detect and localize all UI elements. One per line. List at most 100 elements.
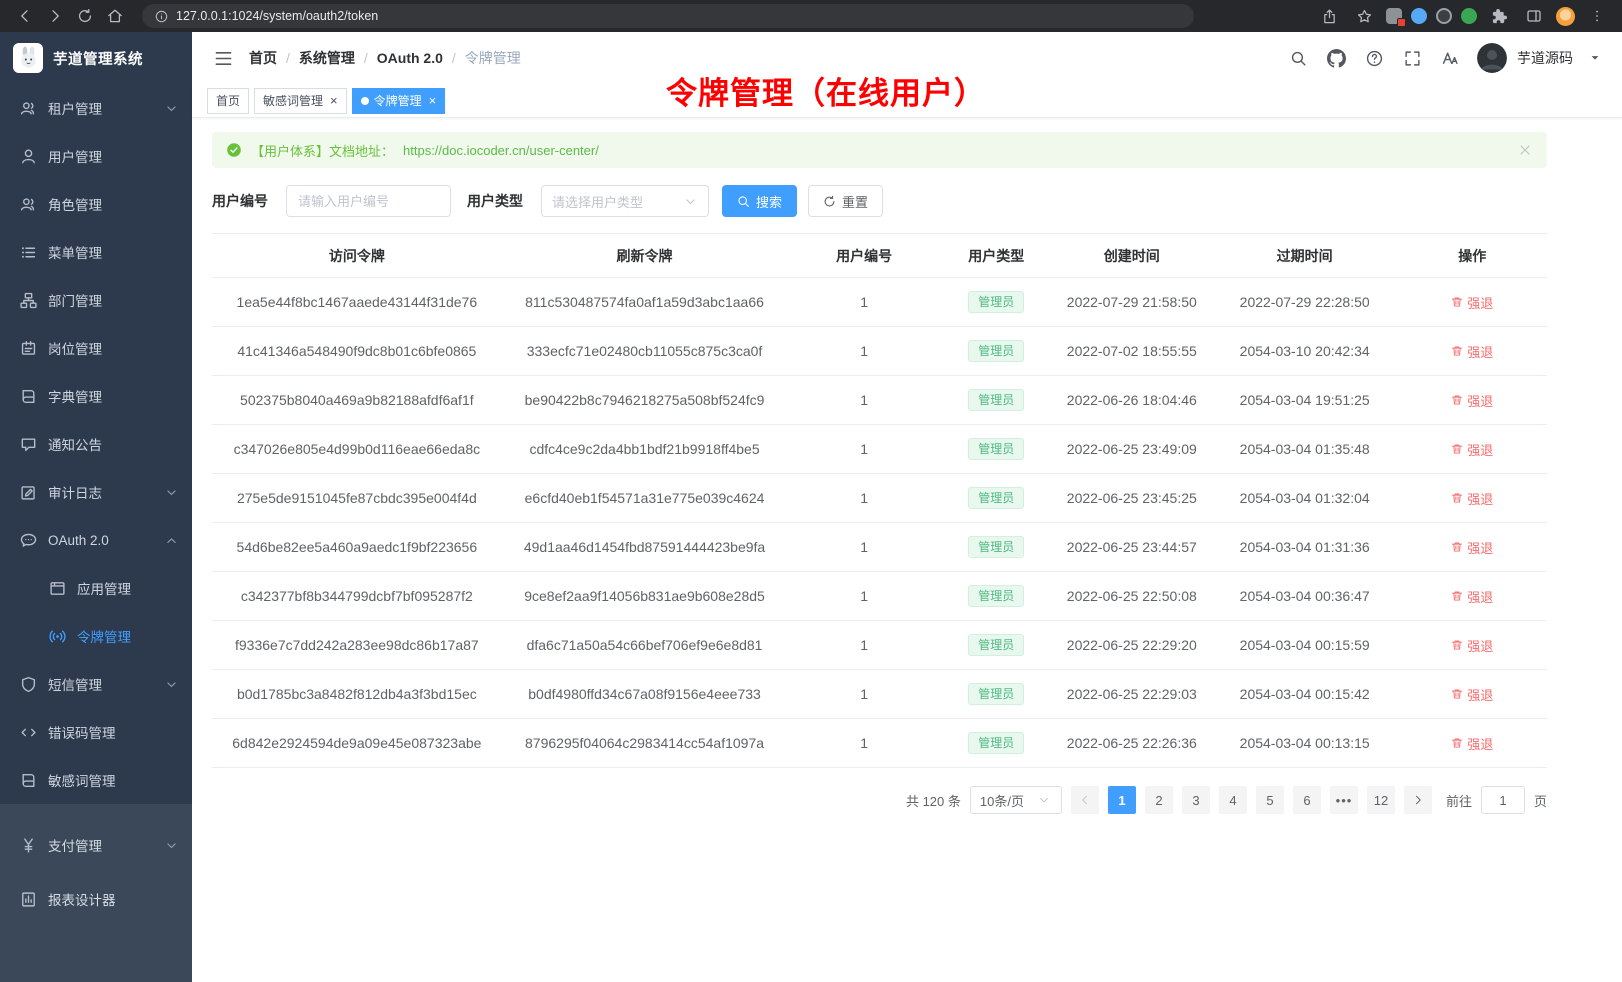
home-icon[interactable]: [102, 4, 128, 28]
sidebar-item-sensitive-word[interactable]: 敏感词管理: [0, 756, 192, 804]
page-button-3[interactable]: 3: [1182, 786, 1210, 814]
collapse-menu-icon[interactable]: [212, 47, 234, 69]
extension-icon[interactable]: [1436, 8, 1452, 24]
sidebar-item-notice[interactable]: 通知公告: [0, 420, 192, 468]
force-logout-button[interactable]: 强退: [1451, 440, 1493, 459]
user-id-cell: 1: [787, 621, 941, 670]
prev-page-button[interactable]: [1071, 786, 1099, 814]
search-button-label: 搜索: [756, 192, 782, 211]
page-button-6[interactable]: 6: [1293, 786, 1321, 814]
pagination: 共 120 条 10条/页 123456•••12 前往 页: [212, 786, 1547, 814]
force-logout-button[interactable]: 强退: [1451, 489, 1493, 508]
force-logout-button[interactable]: 强退: [1451, 293, 1493, 312]
tab-sensitive-word[interactable]: 敏感词管理×: [254, 88, 347, 114]
page-button-4[interactable]: 4: [1219, 786, 1247, 814]
browser-menu-icon[interactable]: [1584, 4, 1610, 28]
search-button[interactable]: 搜索: [722, 185, 797, 217]
logo-rabbit-icon: [13, 43, 43, 73]
sidebar-item-oauth2-token[interactable]: 令牌管理: [0, 612, 192, 660]
browser-profile-icon[interactable]: [1556, 7, 1575, 26]
page-size-select[interactable]: 10条/页: [970, 786, 1062, 814]
goto-page-input[interactable]: [1481, 786, 1525, 814]
sidebar-item-user[interactable]: 用户管理: [0, 132, 192, 180]
force-logout-button[interactable]: 强退: [1451, 734, 1493, 753]
reset-button[interactable]: 重置: [808, 185, 883, 217]
user-type-select[interactable]: 请选择用户类型: [541, 185, 709, 217]
alert-close-icon[interactable]: [1518, 143, 1533, 157]
help-icon[interactable]: [1363, 47, 1385, 69]
next-page-button[interactable]: [1404, 786, 1432, 814]
force-logout-button[interactable]: 强退: [1451, 587, 1493, 606]
sidebar-item-menu[interactable]: 菜单管理: [0, 228, 192, 276]
app-logo[interactable]: 芋道管理系统: [0, 32, 192, 84]
main-area: 首页/系统管理/OAuth 2.0/令牌管理 芋道源码 首页敏感词管理×令牌管理…: [192, 32, 1622, 982]
back-icon[interactable]: [12, 4, 38, 28]
app-title: 芋道管理系统: [53, 48, 143, 69]
sidebar-item-pay[interactable]: 支付管理: [0, 818, 192, 872]
sidebar-item-role[interactable]: 角色管理: [0, 180, 192, 228]
force-logout-button[interactable]: 强退: [1451, 636, 1493, 655]
page-button-12[interactable]: 12: [1367, 786, 1395, 814]
sidebar-item-tenant[interactable]: 租户管理: [0, 84, 192, 132]
tab-home[interactable]: 首页: [207, 88, 249, 114]
refresh-icon[interactable]: [72, 4, 98, 28]
sidebar-item-sms[interactable]: 短信管理: [0, 660, 192, 708]
force-logout-button[interactable]: 强退: [1451, 342, 1493, 361]
sidebar-item-report-designer[interactable]: 报表设计器: [0, 872, 192, 926]
sidebar-item-dept[interactable]: 部门管理: [0, 276, 192, 324]
extension-icon[interactable]: [1386, 8, 1402, 24]
tab-token[interactable]: 令牌管理×: [352, 88, 446, 114]
address-bar[interactable]: 127.0.0.1:1024/system/oauth2/token: [142, 4, 1194, 28]
user-id-cell: 1: [787, 719, 941, 768]
forward-icon[interactable]: [42, 4, 68, 28]
action-cell: 强退: [1397, 719, 1547, 768]
page-button-1[interactable]: 1: [1108, 786, 1136, 814]
pagination-ellipsis[interactable]: •••: [1330, 786, 1358, 814]
user-caret-down-icon[interactable]: [1589, 52, 1602, 64]
sidebar-item-oauth2-app[interactable]: 应用管理: [0, 564, 192, 612]
people-icon: [20, 100, 37, 117]
tab-close-icon[interactable]: ×: [330, 94, 338, 107]
github-icon[interactable]: [1325, 47, 1347, 69]
username[interactable]: 芋道源码: [1517, 48, 1573, 68]
alert-link[interactable]: https://doc.iocoder.cn/user-center/: [403, 143, 599, 158]
breadcrumb-item-2[interactable]: OAuth 2.0: [377, 50, 443, 66]
chat-icon: [20, 532, 37, 549]
sidebar-item-label: 支付管理: [48, 835, 102, 855]
force-logout-label: 强退: [1467, 489, 1493, 508]
tab-close-icon[interactable]: ×: [429, 94, 437, 107]
extension-icon[interactable]: [1461, 8, 1477, 24]
share-icon[interactable]: [1316, 4, 1342, 28]
font-size-icon[interactable]: [1439, 47, 1461, 69]
sidebar-item-error-code[interactable]: 错误码管理: [0, 708, 192, 756]
page-button-2[interactable]: 2: [1145, 786, 1173, 814]
fullscreen-icon[interactable]: [1401, 47, 1423, 69]
force-logout-button[interactable]: 强退: [1451, 685, 1493, 704]
site-info-icon[interactable]: [153, 4, 169, 28]
avatar[interactable]: [1477, 43, 1507, 73]
extensions-puzzle-icon[interactable]: [1486, 4, 1512, 28]
access-token-cell: 275e5de9151045fe87cbdc395e004f4d: [212, 474, 502, 523]
force-logout-button[interactable]: 强退: [1451, 391, 1493, 410]
sidebar-item-oauth2[interactable]: OAuth 2.0: [0, 516, 192, 564]
sidebar-item-audit-log[interactable]: 审计日志: [0, 468, 192, 516]
user-id-input[interactable]: [286, 185, 451, 217]
breadcrumb-item-0[interactable]: 首页: [249, 48, 277, 68]
search-icon[interactable]: [1287, 47, 1309, 69]
report-icon: [20, 891, 37, 908]
star-icon[interactable]: [1351, 4, 1377, 28]
extension-icon[interactable]: [1411, 8, 1427, 24]
force-logout-button[interactable]: 强退: [1451, 538, 1493, 557]
page-button-5[interactable]: 5: [1256, 786, 1284, 814]
breadcrumb-item-1[interactable]: 系统管理: [299, 48, 355, 68]
user-type-badge: 管理员: [968, 536, 1024, 558]
refresh-token-cell: cdfc4ce9c2da4bb1bdf21b9918ff4be5: [502, 425, 788, 474]
chevron-down-icon: [165, 678, 178, 691]
url-text: 127.0.0.1:1024/system/oauth2/token: [176, 9, 378, 23]
code-icon: [20, 724, 37, 741]
sidebar-item-post[interactable]: 岗位管理: [0, 324, 192, 372]
force-logout-label: 强退: [1467, 293, 1493, 312]
sidebar-toggle-icon[interactable]: [1521, 4, 1547, 28]
sidebar-item-dict[interactable]: 字典管理: [0, 372, 192, 420]
filter-bar: 用户编号 用户类型 请选择用户类型 搜索 重置: [212, 185, 1547, 217]
